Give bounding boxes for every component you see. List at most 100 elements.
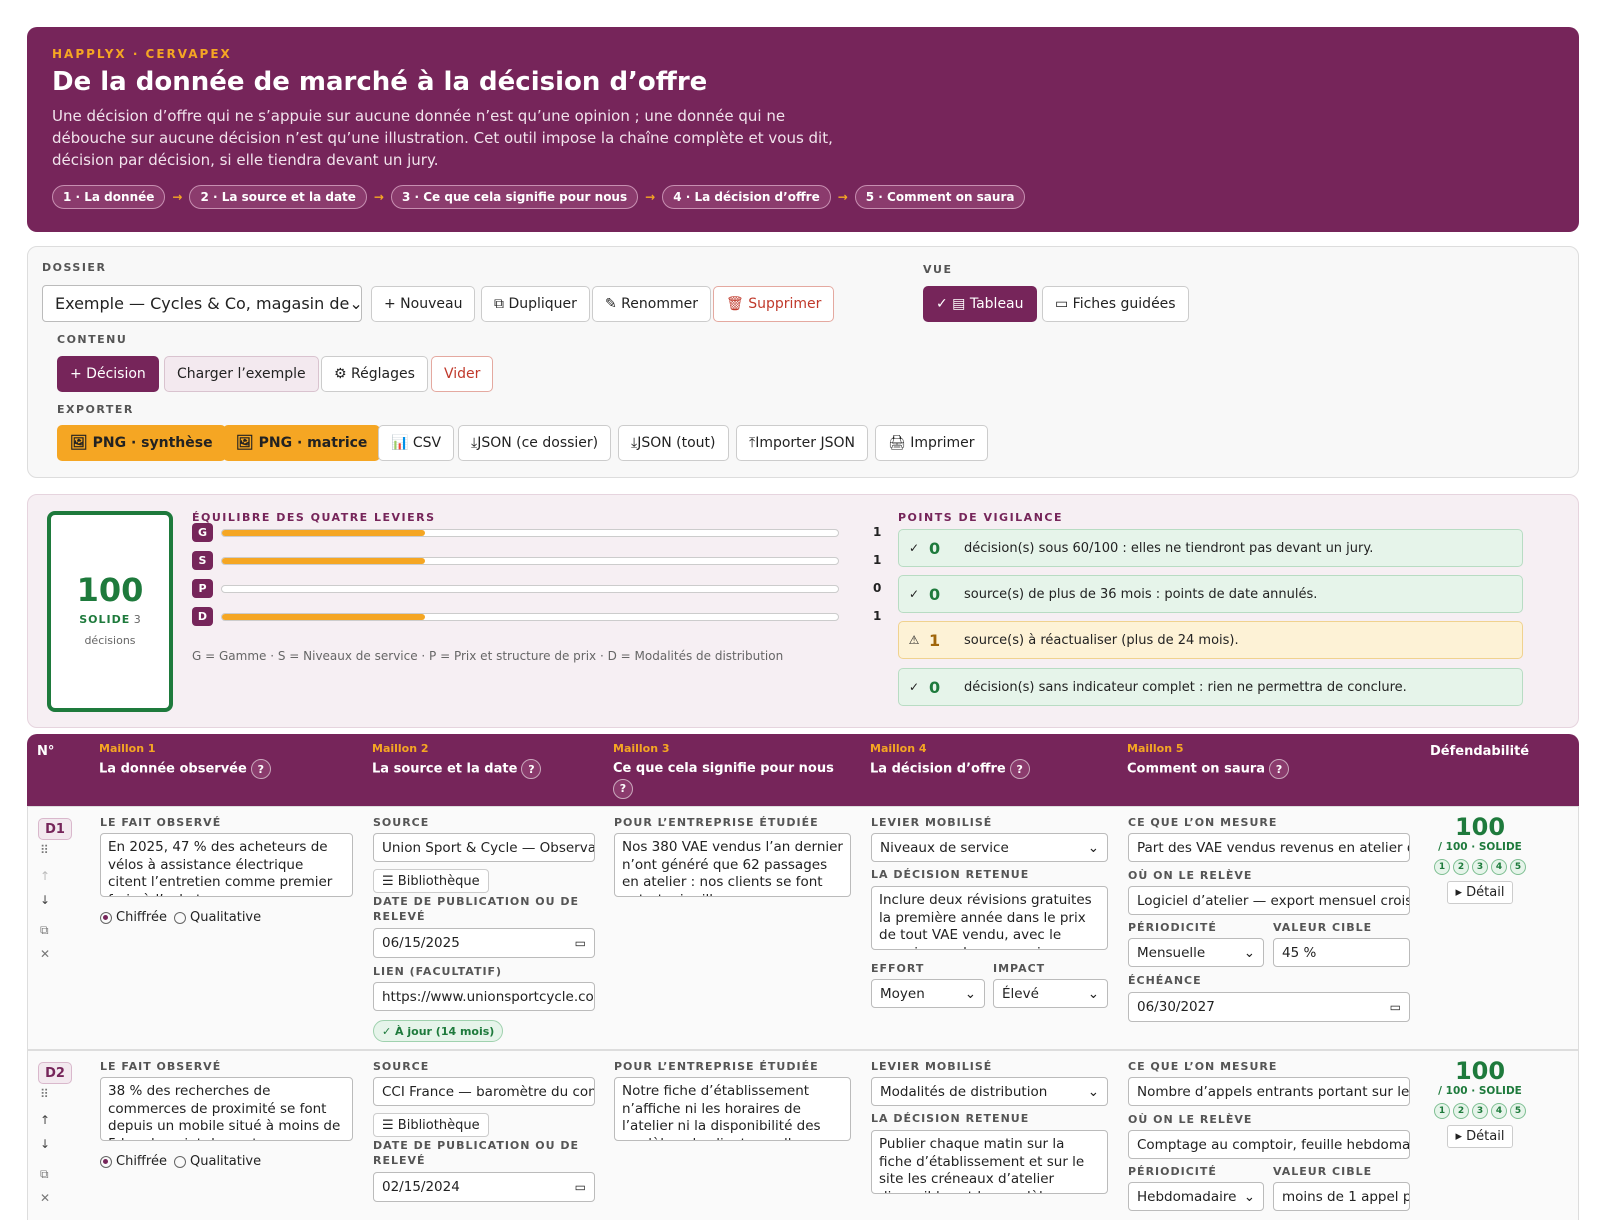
link-dot: 1 — [1434, 859, 1450, 875]
period-select[interactable]: Mensuelle ⌄ — [1128, 938, 1264, 967]
source-label: SOURCE — [373, 816, 430, 829]
move-down-icon[interactable]: ↓ — [40, 1137, 50, 1151]
meaning-textarea[interactable]: Notre fiche d’établissement n’affiche ni… — [614, 1077, 851, 1141]
settings-button[interactable]: ⚙ Réglages — [321, 356, 428, 392]
matrix-header: N° Maillon 1 La donnée observée? Maillon … — [27, 734, 1579, 806]
deadline-label: ÉCHÉANCE — [1128, 974, 1202, 987]
view-guided-button[interactable]: ▭ Fiches guidées — [1042, 286, 1189, 322]
new-dossier-button[interactable]: + Nouveau — [371, 286, 476, 322]
png-summary-button[interactable]: 🖼 PNG · synthèse — [57, 425, 226, 461]
duplicate-button[interactable]: ⧉ Dupliquer — [481, 286, 590, 322]
detail-button[interactable]: ▸ Détail — [1446, 881, 1514, 904]
where-label: OÙ ON LE RELÈVE — [1128, 1113, 1253, 1126]
radio-quantified[interactable]: Chiffrée — [100, 1154, 167, 1169]
lever-bar — [221, 557, 839, 565]
radio-qualitative[interactable]: Qualitative — [174, 1154, 261, 1169]
lever-select[interactable]: Modalités de distribution ⌄ — [871, 1077, 1108, 1106]
chain-step-2[interactable]: 2 · La source et la date — [189, 185, 367, 209]
impact-label: IMPACT — [993, 962, 1046, 975]
chevron-down-icon: ⌄ — [1087, 1083, 1099, 1100]
date-input[interactable]: 02/15/2024 ▭ — [373, 1172, 595, 1202]
target-input[interactable]: moins de 1 appel par jour — [1273, 1182, 1410, 1211]
link-dot: 4 — [1491, 1103, 1507, 1119]
help-icon[interactable]: ? — [1269, 759, 1290, 779]
add-decision-button[interactable]: + Décision — [57, 356, 159, 392]
move-up-icon[interactable]: ↑ — [40, 869, 50, 883]
fact-textarea[interactable]: En 2025, 47 % des acheteurs de vélos à a… — [100, 833, 353, 897]
lever-value: Niveaux de service — [880, 839, 1009, 856]
calendar-icon[interactable]: ▭ — [575, 1180, 586, 1194]
calendar-icon[interactable]: ▭ — [1390, 1000, 1401, 1014]
library-button[interactable]: ☰ Bibliothèque — [373, 1113, 489, 1137]
lever-badge: S — [192, 551, 213, 570]
calendar-icon[interactable]: ▭ — [575, 936, 586, 950]
load-example-button[interactable]: Charger l’exemple — [164, 356, 319, 392]
decision-count-label: décisions — [84, 634, 136, 647]
json-dossier-button[interactable]: ⤓JSON (ce dossier) — [458, 425, 612, 461]
measure-input[interactable]: Nombre d’appels entrants portant sur les — [1128, 1077, 1410, 1106]
source-input[interactable]: CCI France — baromètre du commerce — [373, 1077, 595, 1106]
check-icon: ✓ — [908, 680, 920, 694]
help-icon[interactable]: ? — [1009, 759, 1030, 779]
lever-select[interactable]: Niveaux de service ⌄ — [871, 833, 1108, 862]
period-select[interactable]: Hebdomadaire ⌄ — [1128, 1182, 1264, 1211]
duplicate-icon[interactable]: ⧉ — [40, 1167, 49, 1182]
drag-handle-icon[interactable]: ⠿ — [40, 1087, 49, 1101]
dossier-select[interactable]: Exemple — Cycles & Co, magasin de ⌄ — [42, 285, 362, 322]
target-input[interactable]: 45 % — [1273, 938, 1410, 967]
drag-handle-icon[interactable]: ⠿ — [40, 843, 49, 857]
move-down-icon[interactable]: ↓ — [40, 893, 50, 907]
json-all-button[interactable]: ⤓JSON (tout) — [618, 425, 729, 461]
delete-button[interactable]: 🗑 Supprimer — [713, 286, 835, 322]
view-table-button[interactable]: ✓ ▤ Tableau — [923, 286, 1037, 322]
close-icon[interactable]: ✕ — [40, 947, 50, 961]
col-4-title: La décision d’offre — [870, 761, 1006, 777]
lever-bar — [221, 585, 839, 593]
move-up-icon[interactable]: ↑ — [40, 1113, 50, 1127]
effort-select[interactable]: Moyen ⌄ — [871, 979, 985, 1008]
radio-qualitative[interactable]: Qualitative — [174, 910, 261, 925]
col-3-step: Maillon 3 — [613, 742, 670, 755]
period-label: PÉRIODICITÉ — [1128, 921, 1217, 934]
import-json-button[interactable]: ⤒Importer JSON — [736, 425, 868, 461]
chevron-down-icon: ⌄ — [1087, 839, 1099, 856]
lever-count: 1 — [873, 609, 882, 623]
csv-export-button[interactable]: 📊 CSV — [378, 425, 455, 461]
contenu-label: CONTENU — [57, 333, 128, 346]
help-icon[interactable]: ? — [613, 779, 633, 799]
chevron-down-icon: ⌄ — [1243, 944, 1255, 961]
print-button[interactable]: 🖨 Imprimer — [875, 425, 988, 461]
help-icon[interactable]: ? — [521, 759, 542, 779]
decision-textarea[interactable]: Publier chaque matin sur la fiche d’étab… — [871, 1130, 1108, 1194]
source-input[interactable]: Union Sport & Cycle — Observatoire — [373, 833, 595, 862]
help-icon[interactable]: ? — [250, 759, 271, 779]
decision-textarea[interactable]: Inclure deux révisions gratuites la prem… — [871, 886, 1108, 950]
link-label: LIEN (FACULTATIF) — [373, 965, 503, 978]
duplicate-icon[interactable]: ⧉ — [40, 923, 49, 938]
fact-textarea[interactable]: 38 % des recherches de commerces de prox… — [100, 1077, 353, 1141]
defensibility-status: / 100 · SOLIDE — [1438, 1085, 1522, 1097]
chain-step-5[interactable]: 5 · Comment on saura — [854, 185, 1026, 209]
where-input[interactable]: Logiciel d’atelier — export mensuel croi… — [1128, 886, 1410, 915]
dossier-select-value: Exemple — Cycles & Co, magasin de — [55, 294, 350, 313]
link-input[interactable]: https://www.unionsportcycle.com — [373, 982, 595, 1011]
deadline-input[interactable]: 06/30/2027 ▭ — [1128, 992, 1410, 1022]
close-icon[interactable]: ✕ — [40, 1191, 50, 1205]
date-input[interactable]: 06/15/2025 ▭ — [373, 928, 595, 958]
chain-step-4[interactable]: 4 · La décision d’offre — [662, 185, 831, 209]
chain-step-3[interactable]: 3 · Ce que cela signifie pour nous — [390, 185, 639, 209]
chain-step-1[interactable]: 1 · La donnée — [52, 185, 166, 209]
detail-button[interactable]: ▸ Détail — [1446, 1125, 1514, 1148]
impact-select[interactable]: Élevé ⌄ — [993, 979, 1108, 1008]
measure-input[interactable]: Part des VAE vendus revenus en atelier d… — [1128, 833, 1410, 862]
meaning-textarea[interactable]: Nos 380 VAE vendus l’an dernier n’ont gé… — [614, 833, 851, 897]
period-value: Hebdomadaire — [1137, 1188, 1237, 1205]
rename-button[interactable]: ✎ Renommer — [592, 286, 711, 322]
library-button[interactable]: ☰ Bibliothèque — [373, 869, 489, 893]
png-matrix-button[interactable]: 🖼 PNG · matrice — [223, 425, 381, 461]
where-input[interactable]: Comptage au comptoir, feuille hebdomadai… — [1128, 1130, 1410, 1159]
radio-quantified[interactable]: Chiffrée — [100, 910, 167, 925]
clear-button[interactable]: Vider — [431, 356, 494, 392]
vigilance-item: ✓ 0 décision(s) sous 60/100 : elles ne tie… — [898, 529, 1523, 567]
arrow-icon: → — [645, 190, 656, 204]
